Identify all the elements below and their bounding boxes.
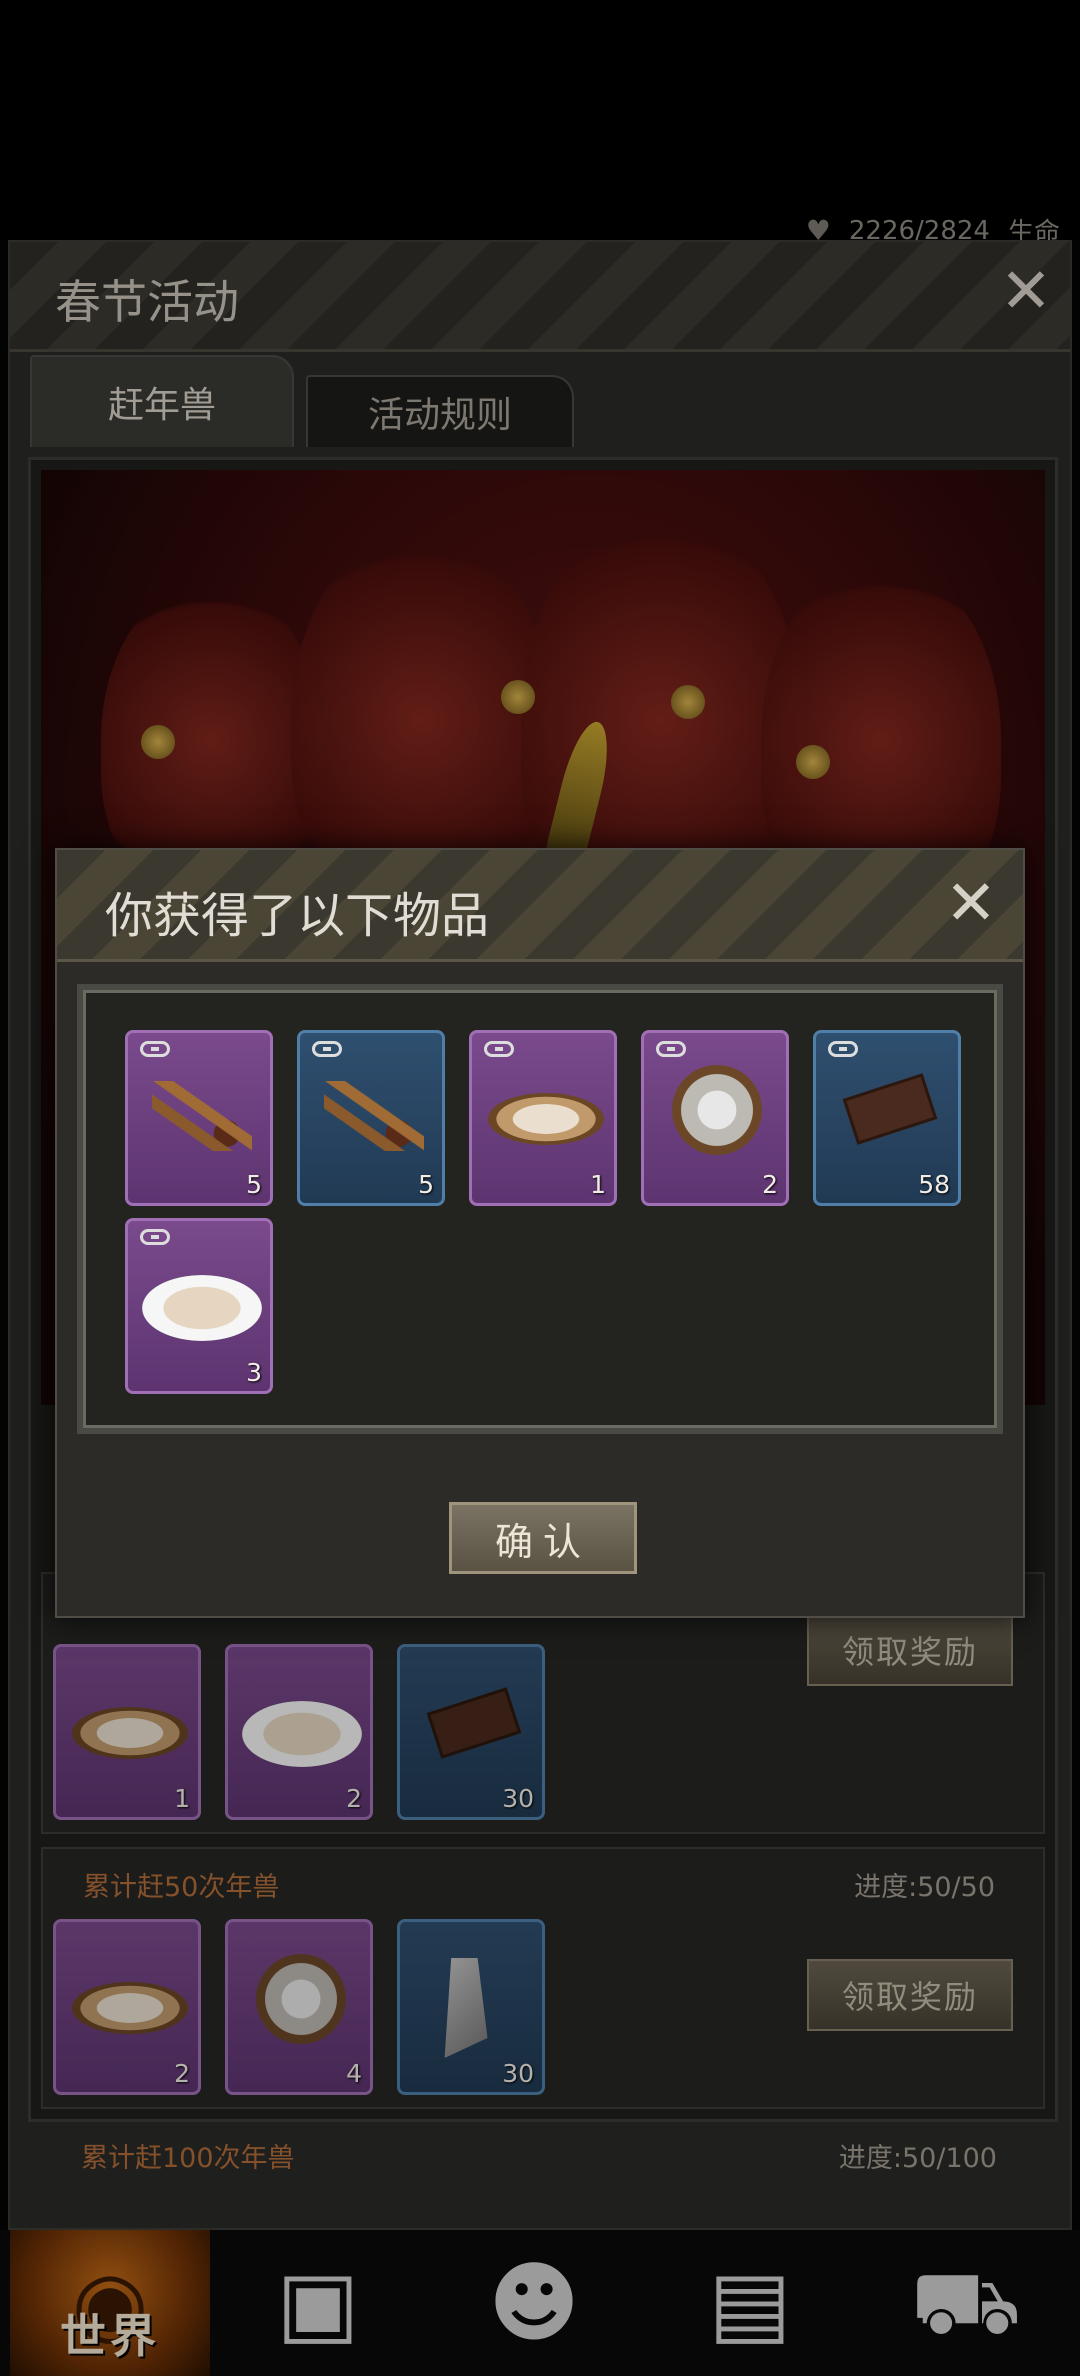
link-icon: [140, 1229, 170, 1245]
chocolate-icon: [842, 1073, 938, 1145]
spices-icon: [324, 1081, 424, 1151]
reward-grid-frame: 5 5 1 2 58 3: [77, 984, 1003, 1434]
dumplings-icon: [142, 1275, 262, 1341]
reward-item[interactable]: 58: [813, 1030, 961, 1206]
modal-close-icon[interactable]: ✕: [945, 872, 997, 934]
spices-icon: [152, 1081, 252, 1151]
reward-item[interactable]: 1: [469, 1030, 617, 1206]
reward-grid: 5 5 1 2 58 3: [125, 1030, 961, 1394]
reward-item[interactable]: 5: [125, 1030, 273, 1206]
item-count: 5: [418, 1170, 434, 1199]
reward-item[interactable]: 5: [297, 1030, 445, 1206]
link-icon: [656, 1041, 686, 1057]
item-count: 58: [918, 1170, 950, 1199]
link-icon: [828, 1041, 858, 1057]
plate-icon: [488, 1093, 604, 1145]
modal-header: 你获得了以下物品 ✕: [57, 850, 1023, 962]
reward-modal: 你获得了以下物品 ✕ 5 5 1 2 58 3 确认: [55, 848, 1025, 1618]
link-icon: [140, 1041, 170, 1057]
reward-item[interactable]: 2: [641, 1030, 789, 1206]
modal-title: 你获得了以下物品: [105, 888, 490, 944]
link-icon: [312, 1041, 342, 1057]
item-count: 3: [246, 1358, 262, 1387]
item-count: 5: [246, 1170, 262, 1199]
item-count: 2: [762, 1170, 778, 1199]
rice-balls-icon: [672, 1065, 762, 1155]
link-icon: [484, 1041, 514, 1057]
item-count: 1: [590, 1170, 606, 1199]
confirm-button[interactable]: 确认: [449, 1502, 637, 1574]
reward-item[interactable]: 3: [125, 1218, 273, 1394]
